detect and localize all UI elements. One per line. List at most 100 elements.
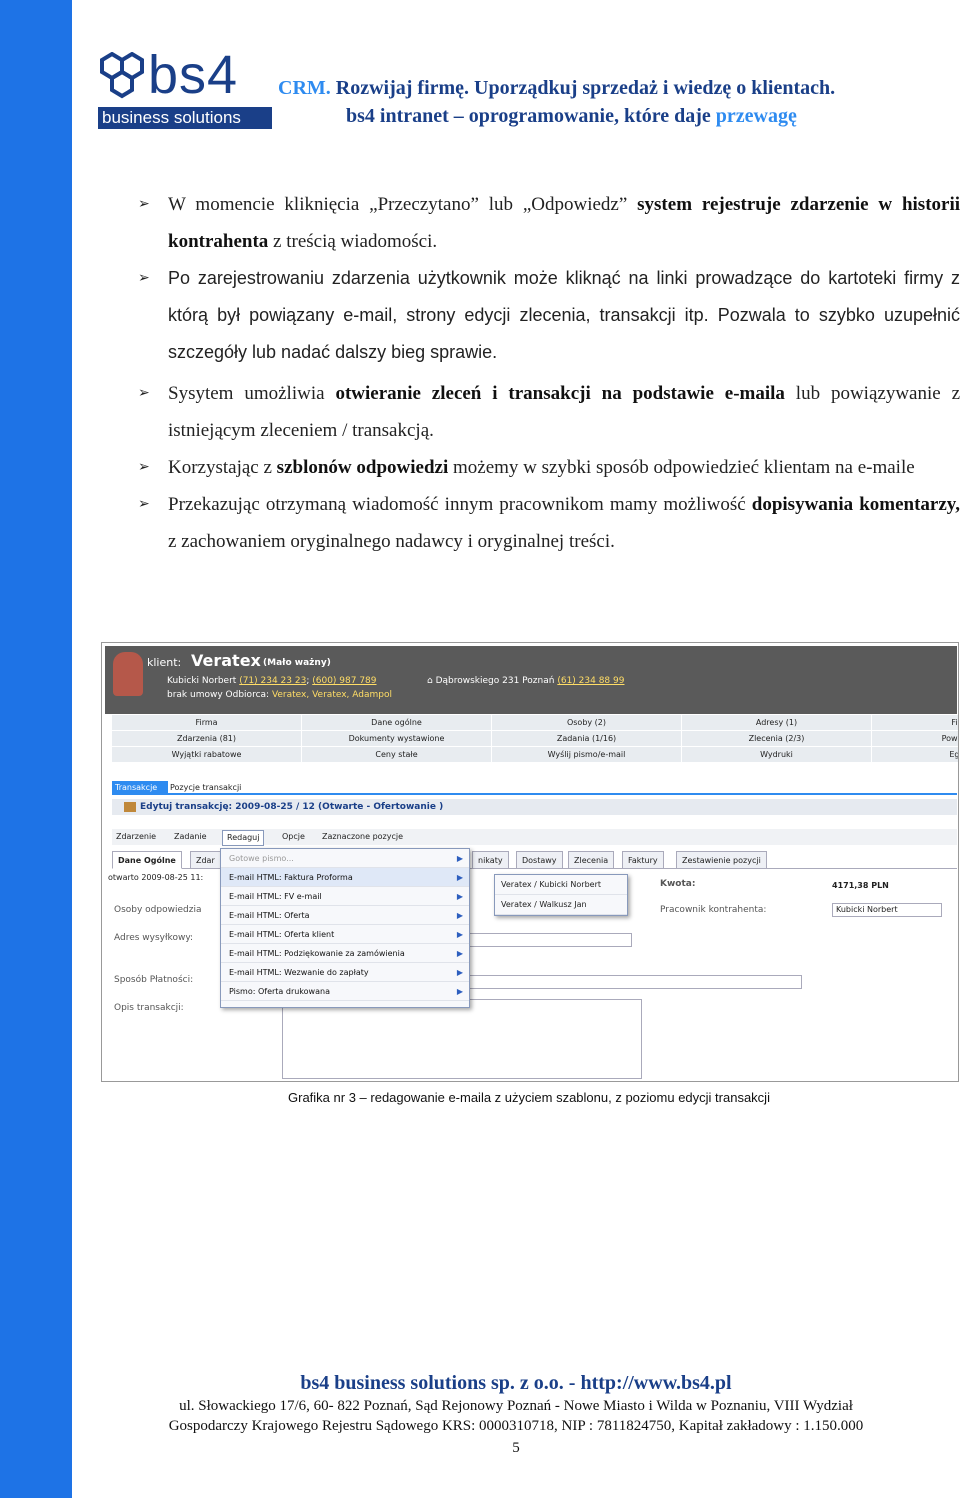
menu-item[interactable]: Osoby (2) <box>492 715 682 731</box>
tab-pozycje[interactable]: Pozycje transakcji <box>170 781 241 795</box>
bullet-text: Sysytem umożliwia <box>168 383 325 404</box>
toolbar-zadanie[interactable]: Zadanie <box>174 829 207 845</box>
chevron-right-icon: ▶ <box>456 892 463 901</box>
footer-registry: Gospodarczy Krajowego Rejestru Sądowego … <box>168 1418 864 1434</box>
arrow-bullet-icon: ➢ <box>138 196 150 212</box>
menu-item[interactable]: Finanse <box>872 715 958 731</box>
logo-wordmark: bs4 <box>148 45 239 105</box>
bullet-text: W momencie kliknięcia „Przeczytano” lub … <box>168 194 628 215</box>
bullet-item-3: ➢ Sysytem umożliwia otwieranie zleceń i … <box>138 375 960 449</box>
bullet-text: możemy w szybki sposób odpowiedzieć klie… <box>452 457 915 478</box>
bullet-item-5: ➢ Przekazując otrzymaną wiadomość innym … <box>138 486 960 560</box>
client-menu-grid: Firma Dane ogólne Osoby (2) Adresy (1) F… <box>112 715 958 763</box>
menu-item[interactable]: Egzempl <box>872 747 958 763</box>
bullet-text: Korzystając z <box>168 457 272 478</box>
client-contract-line: brak umowy Odbiorca: Veratex, Veratex, A… <box>167 690 392 700</box>
menu-item[interactable]: Powiązane g <box>872 731 958 747</box>
tab-transakcje[interactable]: Transakcje <box>112 781 168 795</box>
recipient-submenu: Veratex / Kubicki Norbert Veratex / Walk… <box>494 874 628 916</box>
menu-item[interactable]: Adresy (1) <box>682 715 872 731</box>
toolbar-zdarzenie[interactable]: Zdarzenie <box>116 829 156 845</box>
opis-textarea[interactable] <box>282 999 642 1079</box>
toolbar-zaznaczone[interactable]: Zaznaczone pozycje <box>322 829 403 845</box>
figure-caption: Grafika nr 3 – redagowanie e-maila z uży… <box>288 1090 770 1105</box>
edit-title-text: Edytuj transakcję: 2009-08-25 / 12 (Otwa… <box>140 802 444 812</box>
dropdown-item[interactable]: Pismo: Oferta drukowana ▶ <box>221 982 469 1001</box>
bullet-text: z treścią wiadomości. <box>273 231 438 252</box>
menu-item[interactable]: Wyjątki rabatowe <box>112 747 302 763</box>
dropdown-item[interactable]: E-mail HTML: Podziękowanie za zamówienia… <box>221 944 469 963</box>
logo-tagline: business solutions <box>98 107 272 129</box>
phone-link[interactable]: (71) 234 23 23 <box>239 676 306 686</box>
label-osoby: Osoby odpowiedzia <box>114 905 202 915</box>
submenu-item[interactable]: Veratex / Walkusz Jan <box>495 895 627 915</box>
phone-link[interactable]: (600) 987 789 <box>312 676 376 686</box>
header-slogan-line1: CRM. Rozwijaj firmę. Uporządkuj sprzedaż… <box>278 77 835 100</box>
label-kwota: Kwota: <box>660 879 696 889</box>
bullet-list: ➢ W momencie kliknięcia „Przeczytano” lu… <box>138 186 960 560</box>
slogan-text1: Rozwijaj firmę. Uporządkuj sprzedaż i wi… <box>335 77 836 99</box>
pracownik-select[interactable]: Kubicki Norbert <box>832 903 942 917</box>
menu-item[interactable]: Dane ogólne <box>302 715 492 731</box>
slogan-text2: bs4 intranet – oprogramowanie, które daj… <box>346 105 711 127</box>
client-address: ⌂ Dąbrowskiego 231 Poznań (61) 234 88 99 <box>427 676 624 686</box>
menu-item[interactable]: Wyślij pismo/e-mail <box>492 747 682 763</box>
transaction-tabs: Transakcje Pozycje transakcji <box>112 779 957 795</box>
chevron-right-icon: ▶ <box>456 854 463 863</box>
edit-icon <box>124 802 136 812</box>
phone-link[interactable]: (61) 234 88 99 <box>557 676 624 686</box>
recipients-links[interactable]: Veratex, Veratex, Adampol <box>272 690 392 700</box>
arrow-bullet-icon: ➢ <box>138 496 150 512</box>
client-name[interactable]: Veratex <box>191 651 261 670</box>
edit-transaction-title: Edytuj transakcję: 2009-08-25 / 12 (Otwa… <box>112 799 957 815</box>
label-adres: Adres wysyłkowy: <box>114 933 194 943</box>
bullet-item-2: ➢ Po zarejestrowaniu zdarzenia użytkowni… <box>138 260 960 371</box>
header-slogan-line2: bs4 intranet – oprogramowanie, które daj… <box>346 105 797 128</box>
bullet-text: Po zarejestrowaniu zdarzenia użytkownik … <box>168 268 960 362</box>
menu-item[interactable]: Dokumenty wystawione <box>302 731 492 747</box>
bullet-bold: szblonów odpowiedzi <box>276 457 449 478</box>
client-contact-line: Kubicki Norbert (71) 234 23 23; (600) 98… <box>167 676 377 686</box>
menu-item[interactable]: Zlecenia (2/3) <box>682 731 872 747</box>
side-color-bar <box>0 0 72 1498</box>
client-label: klient: <box>147 656 182 669</box>
subtab-dane-ogolne[interactable]: Dane Ogólne <box>112 851 182 869</box>
chevron-right-icon: ▶ <box>456 873 463 882</box>
menu-item[interactable]: Zdarzenia (81) <box>112 731 302 747</box>
contract-status: brak umowy <box>167 690 223 700</box>
footer-company: bs4 business solutions sp. z o.o. - http… <box>300 1372 732 1394</box>
kwota-value: 4171,38 PLN <box>832 881 889 890</box>
menu-item[interactable]: Zadania (1/16) <box>492 731 682 747</box>
bullet-text: Przekazując otrzymaną wiadomość innym pr… <box>168 494 746 515</box>
toolbar-redaguj[interactable]: Redaguj <box>222 830 265 846</box>
chevron-right-icon: ▶ <box>456 949 463 958</box>
slogan-accent: przewagę <box>715 105 797 127</box>
company-logo: bs4 business solutions <box>98 45 274 132</box>
subtab-zestawienie[interactable]: Zestawienie pozycji <box>676 851 767 869</box>
subtab-faktury[interactable]: Faktury <box>622 851 664 869</box>
bullet-bold: dopisywania komentarzy, <box>751 494 960 515</box>
crm-screenshot-figure: klient: Veratex (Mało ważny) Kubicki Nor… <box>101 642 959 1082</box>
bullet-text: z zachowaniem oryginalnego nadawcy i ory… <box>168 531 615 552</box>
opened-date: otwarto 2009-08-25 11: <box>108 873 204 882</box>
menu-item[interactable]: Wydruki <box>682 747 872 763</box>
dropdown-item[interactable]: E-mail HTML: Wezwanie do zapłaty ▶ <box>221 963 469 982</box>
slogan-crm: CRM. <box>278 77 331 99</box>
dropdown-item[interactable]: E-mail HTML: Faktura Proforma ▶ <box>221 868 469 887</box>
toolbar-opcje[interactable]: Opcje <box>282 829 305 845</box>
submenu-item[interactable]: Veratex / Kubicki Norbert <box>495 875 627 895</box>
dropdown-item[interactable]: E-mail HTML: FV e-mail ▶ <box>221 887 469 906</box>
dropdown-item[interactable]: E-mail HTML: Oferta ▶ <box>221 906 469 925</box>
dropdown-item[interactable]: E-mail HTML: Oferta klient ▶ <box>221 925 469 944</box>
menu-item[interactable]: Firma <box>112 715 302 731</box>
redaguj-dropdown-menu: Gotowe pismo... ▶ E-mail HTML: Faktura Pr… <box>220 848 470 1008</box>
label-opis: Opis transakcji: <box>114 1003 184 1013</box>
dropdown-item[interactable]: Gotowe pismo... ▶ <box>221 849 469 868</box>
chevron-right-icon: ▶ <box>456 911 463 920</box>
contact-name[interactable]: Kubicki Norbert <box>167 676 236 686</box>
menu-item[interactable]: Ceny stałe <box>302 747 492 763</box>
subtab-dostawy[interactable]: Dostawy <box>516 851 563 869</box>
subtab-zdarzenia[interactable]: Zdar <box>190 851 221 869</box>
subtab-zlecenia[interactable]: Zlecenia <box>568 851 615 869</box>
subtab-zalaczniki[interactable]: nikaty <box>472 851 509 869</box>
